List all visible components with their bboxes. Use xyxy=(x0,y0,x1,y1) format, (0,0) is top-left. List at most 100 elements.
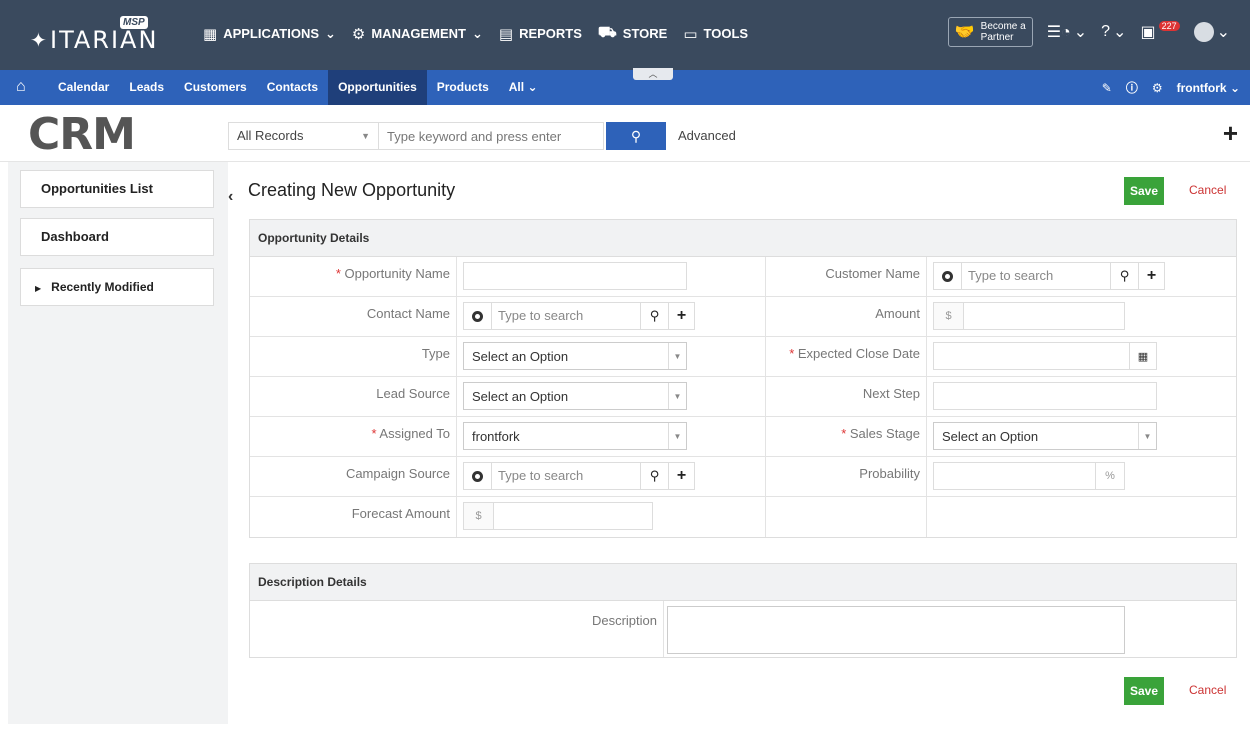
nav-contacts[interactable]: Contacts xyxy=(257,70,328,105)
user-menu[interactable]: ⌄ xyxy=(1193,22,1230,42)
nav-opportunities[interactable]: Opportunities xyxy=(328,70,427,105)
amount-field: $ xyxy=(933,302,1236,330)
menu-store[interactable]: ⛟ STORE xyxy=(598,24,667,43)
add-icon[interactable]: + xyxy=(669,462,695,490)
chevron-down-icon: ⌄ xyxy=(471,25,483,41)
expected-close-date-field: ▦ xyxy=(933,342,1236,370)
chevron-down-icon: ⌄ xyxy=(1216,24,1230,41)
save-button[interactable]: Save xyxy=(1124,177,1164,205)
nav-customers[interactable]: Customers xyxy=(174,70,257,105)
expand-triangle-icon: ▶ xyxy=(35,284,42,293)
label-description: Description xyxy=(250,601,664,657)
toolbox-icon: ▭ xyxy=(683,25,698,43)
records-filter-select[interactable]: All Records ▼ xyxy=(228,122,378,150)
description-textarea[interactable] xyxy=(667,606,1125,654)
campaign-search-field[interactable]: Type to search xyxy=(491,462,641,490)
add-icon[interactable]: + xyxy=(669,302,695,330)
itarian-logo[interactable]: ✦ ITARIAN MSP xyxy=(30,16,160,54)
label-contact-name: Contact Name xyxy=(250,297,457,336)
dropdown-arrow-icon: ▼ xyxy=(1138,423,1156,449)
search-button[interactable]: ⚲ xyxy=(606,122,666,150)
search-icon: ⚲ xyxy=(630,127,642,144)
add-icon[interactable]: + xyxy=(1139,262,1165,290)
crm-logo: CRM xyxy=(28,109,136,160)
crm-nav-bar: ⌂ Calendar Leads Customers Contacts Oppo… xyxy=(0,68,1250,105)
brush-icon[interactable]: ✎ xyxy=(1102,81,1112,95)
gears-icon: ⚙ xyxy=(351,25,366,43)
notifications-button[interactable]: ▣ 227 xyxy=(1140,21,1180,42)
opportunity-details-panel: Opportunity Details * Opportunity Name C… xyxy=(249,219,1237,538)
collapse-sidebar-icon[interactable]: ‹ xyxy=(228,188,233,206)
label-forecast-amount: Forecast Amount xyxy=(250,497,457,537)
search-icon[interactable]: ⚲ xyxy=(1111,262,1139,290)
keyword-search-input[interactable] xyxy=(378,122,604,150)
recently-modified-toggle[interactable]: ▶ Recently Modified xyxy=(20,268,214,306)
search-icon[interactable]: ⚲ xyxy=(641,302,669,330)
main-menu: ▦ APPLICATIONS ⌄ ⚙ MANAGEMENT ⌄ ▤ REPORTS ⛟ ST… xyxy=(203,24,748,43)
sidebar-item-dashboard[interactable]: Dashboard xyxy=(20,218,214,256)
history-menu[interactable]: ☰◔ ⌄ xyxy=(1047,22,1087,42)
user-dropdown[interactable]: frontfork ⌄ xyxy=(1177,81,1240,95)
lead-source-select[interactable]: Select an Option ▼ xyxy=(463,382,687,410)
cancel-link-bottom[interactable]: Cancel xyxy=(1189,683,1226,697)
avatar xyxy=(1193,22,1214,42)
help-icon: ? xyxy=(1101,23,1111,40)
nav-calendar[interactable]: Calendar xyxy=(48,70,119,105)
nav-products[interactable]: Products xyxy=(427,70,499,105)
settings-gear-icon[interactable]: ⚙ xyxy=(1152,81,1163,95)
advanced-search-link[interactable]: Advanced xyxy=(678,128,736,143)
search-row: CRM All Records▼ ⚲ Advanced + xyxy=(0,105,1250,162)
search-icon[interactable]: ⚲ xyxy=(641,462,669,490)
become-partner-button[interactable]: 🤝 Become a Partner xyxy=(947,17,1033,47)
nav-all[interactable]: All ⌄ xyxy=(499,70,548,105)
customer-search-field[interactable]: Type to search xyxy=(961,262,1111,290)
label-probability: Probability xyxy=(766,457,927,496)
menu-applications[interactable]: ▦ APPLICATIONS ⌄ xyxy=(203,24,336,43)
cart-icon: ⛟ xyxy=(597,24,617,41)
cancel-link[interactable]: Cancel xyxy=(1189,183,1226,197)
label-opportunity-name: * Opportunity Name xyxy=(250,257,457,296)
description-details-panel: Description Details Description xyxy=(249,563,1237,658)
sidebar-item-opportunities-list[interactable]: Opportunities List xyxy=(20,170,214,208)
type-select[interactable]: Select an Option ▼ xyxy=(463,342,687,370)
sales-stage-select[interactable]: Select an Option ▼ xyxy=(933,422,1157,450)
opportunity-name-input[interactable] xyxy=(463,262,687,290)
label-lead-source: Lead Source xyxy=(250,377,457,416)
menu-reports[interactable]: ▤ REPORTS xyxy=(499,24,582,43)
report-icon: ▤ xyxy=(498,25,514,43)
next-step-input[interactable] xyxy=(933,382,1157,410)
info-icon[interactable]: ⓘ xyxy=(1126,79,1138,96)
forecast-amount-input[interactable] xyxy=(493,502,653,530)
help-menu[interactable]: ? ⌄ xyxy=(1101,22,1126,42)
forecast-amount-field: $ xyxy=(463,502,765,530)
calendar-icon[interactable]: ▦ xyxy=(1129,342,1157,370)
expected-close-date-input[interactable] xyxy=(933,342,1129,370)
chevron-down-icon: ⌄ xyxy=(325,25,336,41)
probability-input[interactable] xyxy=(933,462,1095,490)
label-amount: Amount xyxy=(766,297,927,336)
sidebar: Opportunities List Dashboard ▶ Recently M… xyxy=(8,162,228,724)
collapse-header-button[interactable]: ︿ xyxy=(633,68,673,80)
dropdown-arrow-icon: ▼ xyxy=(668,423,686,449)
clear-selection-icon[interactable] xyxy=(463,462,491,490)
save-button-bottom[interactable]: Save xyxy=(1124,677,1164,705)
clear-selection-icon[interactable] xyxy=(463,302,491,330)
percent-addon: % xyxy=(1095,462,1125,490)
add-new-icon[interactable]: + xyxy=(1223,118,1238,149)
msp-badge: MSP xyxy=(120,16,148,29)
section-title: Opportunity Details xyxy=(250,220,1236,257)
contact-search-field[interactable]: Type to search xyxy=(491,302,641,330)
chevron-down-icon: ⌄ xyxy=(1073,24,1088,41)
nav-leads[interactable]: Leads xyxy=(119,70,174,105)
menu-management[interactable]: ⚙ MANAGEMENT ⌄ xyxy=(352,24,483,43)
chevron-down-icon: ⌄ xyxy=(527,80,538,94)
home-icon[interactable]: ⌂ xyxy=(16,78,26,96)
assigned-to-select[interactable]: frontfork ▼ xyxy=(463,422,687,450)
handshake-icon: 🤝 xyxy=(954,23,975,41)
clear-selection-icon[interactable] xyxy=(933,262,961,290)
menu-tools[interactable]: ▭ TOOLS xyxy=(683,24,748,43)
chevron-down-icon: ⌄ xyxy=(1229,80,1240,95)
amount-input[interactable] xyxy=(963,302,1125,330)
label-type: Type xyxy=(250,337,457,376)
history-icon: ☰◔ xyxy=(1046,24,1071,41)
